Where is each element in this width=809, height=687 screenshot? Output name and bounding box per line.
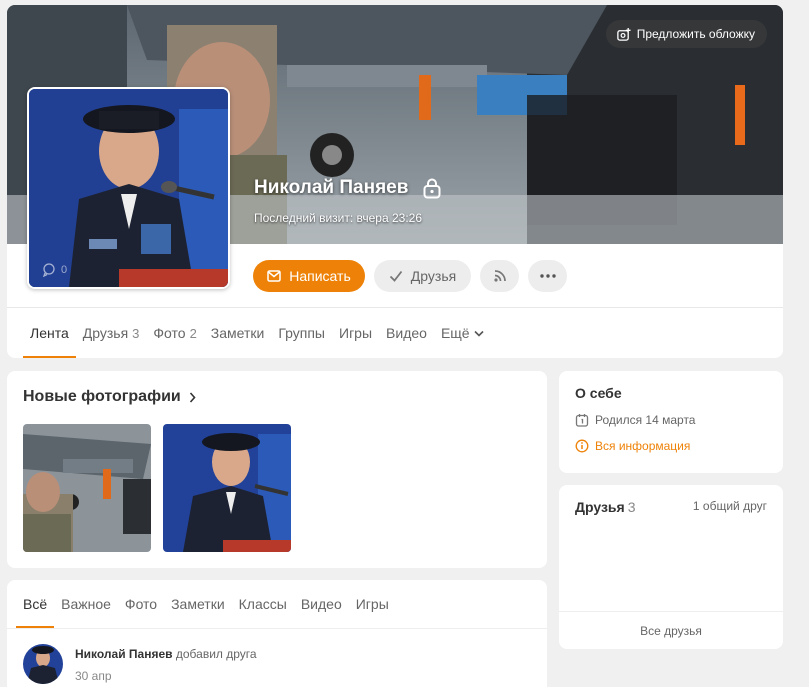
subscribe-button[interactable] bbox=[480, 260, 519, 292]
friends-status-label: Друзья bbox=[410, 268, 457, 284]
add-photo-icon bbox=[616, 27, 631, 41]
tab-more[interactable]: Ещё bbox=[434, 308, 491, 358]
info-icon bbox=[575, 439, 589, 453]
rss-icon bbox=[493, 270, 506, 282]
friends-card: Друзья 3 1 общий друг Все друзья bbox=[559, 485, 783, 649]
feed-author-name[interactable]: Николай Паняев bbox=[75, 647, 173, 661]
photo-thumbnail[interactable] bbox=[23, 424, 151, 552]
feed-tab-important[interactable]: Важное bbox=[54, 580, 118, 628]
feed-author-avatar[interactable] bbox=[23, 644, 63, 684]
feed-tab-notes[interactable]: Заметки bbox=[164, 580, 232, 628]
feed-tab-games[interactable]: Игры bbox=[349, 580, 396, 628]
feed-tab-video[interactable]: Видео bbox=[294, 580, 349, 628]
feed-filter-tabs: Всё Важное Фото Заметки Классы Видео Игр… bbox=[7, 580, 547, 629]
tab-feed[interactable]: Лента bbox=[23, 308, 76, 358]
tab-video[interactable]: Видео bbox=[379, 308, 434, 358]
all-friends-link[interactable]: Все друзья bbox=[559, 611, 783, 649]
birth-date-row: Родился 14 марта bbox=[575, 413, 695, 427]
feed-action: добавил друга bbox=[175, 647, 257, 661]
avatar[interactable]: 0 bbox=[27, 87, 230, 289]
friends-status-button[interactable]: Друзья bbox=[374, 260, 471, 292]
all-info-label: Вся информация bbox=[595, 439, 691, 453]
more-actions-button[interactable] bbox=[528, 260, 567, 292]
feed-tab-photo[interactable]: Фото bbox=[118, 580, 164, 628]
profile-tabs: Лента Друзья 3 Фото 2 Заметки Группы Игр… bbox=[7, 307, 783, 358]
new-photos-card: Новые фотографии bbox=[7, 371, 547, 568]
profile-name: Николай Паняев bbox=[254, 177, 409, 198]
tab-notes[interactable]: Заметки bbox=[204, 308, 272, 358]
chevron-right-icon bbox=[189, 391, 196, 403]
tab-games[interactable]: Игры bbox=[332, 308, 379, 358]
tab-photos[interactable]: Фото 2 bbox=[146, 308, 203, 358]
check-icon bbox=[389, 270, 403, 282]
feed-tab-all[interactable]: Всё bbox=[16, 580, 55, 628]
birth-date-text: Родился 14 марта bbox=[595, 413, 696, 427]
tab-photos-count: 2 bbox=[189, 325, 197, 341]
avatar-comments-counter: 0 bbox=[42, 263, 67, 277]
calendar-icon bbox=[575, 414, 589, 427]
friends-title[interactable]: Друзья 3 bbox=[575, 499, 635, 515]
suggest-cover-label: Предложить обложку bbox=[636, 27, 755, 41]
new-photos-title[interactable]: Новые фотографии bbox=[23, 388, 196, 406]
tab-friends[interactable]: Друзья 3 bbox=[76, 308, 147, 358]
tab-groups[interactable]: Группы bbox=[271, 308, 332, 358]
chevron-down-icon bbox=[474, 330, 484, 337]
feed-card: Всё Важное Фото Заметки Классы Видео Игр… bbox=[7, 580, 547, 687]
photo-thumbnail[interactable] bbox=[163, 424, 291, 552]
write-message-button[interactable]: Написать bbox=[253, 260, 365, 292]
mutual-friends-link[interactable]: 1 общий друг bbox=[693, 499, 767, 513]
feed-item-text: Николай Паняев добавил друга bbox=[75, 647, 257, 661]
comment-icon bbox=[42, 263, 55, 277]
feed-tab-likes[interactable]: Классы bbox=[232, 580, 294, 628]
envelope-icon bbox=[267, 270, 281, 282]
write-message-label: Написать bbox=[289, 268, 351, 284]
suggest-cover-button[interactable]: Предложить обложку bbox=[605, 20, 767, 48]
feed-item-date: 30 апр bbox=[75, 669, 112, 683]
about-title: О себе bbox=[575, 385, 622, 401]
lock-icon bbox=[423, 178, 441, 199]
tab-friends-count: 3 bbox=[132, 325, 140, 341]
about-card: О себе Родился 14 марта Вся информация bbox=[559, 371, 783, 473]
all-info-link[interactable]: Вся информация bbox=[575, 439, 690, 453]
more-dots-icon bbox=[539, 274, 556, 278]
profile-card: Предложить обложку 0 Николай Паняев Посл… bbox=[7, 5, 783, 358]
friends-count: 3 bbox=[627, 499, 636, 515]
last-visit: Последний визит: вчера 23:26 bbox=[254, 211, 422, 225]
